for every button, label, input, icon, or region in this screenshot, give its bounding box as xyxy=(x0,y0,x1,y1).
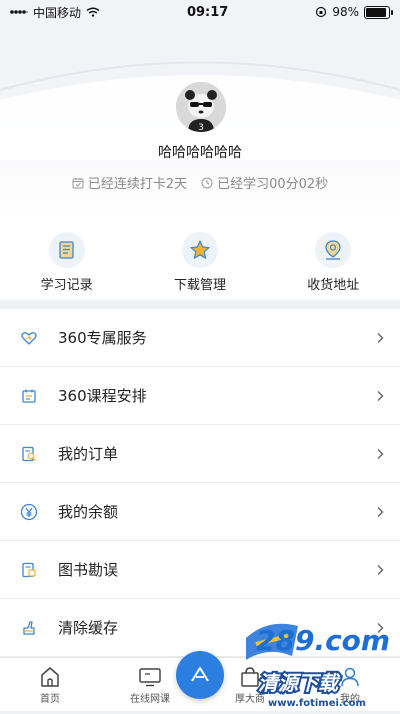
menu-label: 360课程安排 xyxy=(58,387,147,405)
study-record-icon xyxy=(59,241,74,259)
menu-label: 我的余额 xyxy=(58,503,119,521)
shortcut-address[interactable]: 收货地址 xyxy=(278,220,388,293)
battery-icon xyxy=(363,5,393,19)
avatar[interactable]: 3 xyxy=(174,80,228,134)
menu-item-course-schedule[interactable]: 360课程安排 xyxy=(0,367,400,425)
menu-item-my-orders[interactable]: 我的订单 xyxy=(0,425,400,483)
book-icon xyxy=(20,561,38,579)
battery-percent: 98% xyxy=(332,5,359,19)
shortcut-label: 收货地址 xyxy=(307,278,360,293)
study-time-text: 已经学习00分02秒 xyxy=(217,177,329,192)
address-icon-bg xyxy=(315,232,352,268)
tab-label: 首页 xyxy=(40,694,60,705)
checkin-text: 已经连续打卡2天 xyxy=(87,177,188,192)
orientation-lock-icon xyxy=(316,6,327,18)
shortcut-bar: 学习记录 下载管理 收货地址 xyxy=(0,220,400,300)
tab-home[interactable]: 首页 xyxy=(10,666,90,711)
tab-label: 我的 xyxy=(340,694,360,705)
clock-icon xyxy=(201,177,213,188)
status-bar: 中国移动 09:17 98% xyxy=(0,0,400,24)
menu-item-clear-cache[interactable]: 清除缓存 xyxy=(0,599,400,657)
calendar-check-icon xyxy=(72,177,84,188)
profile-stats: 已经连续打卡2天 已经学习00分02秒 xyxy=(0,173,400,192)
checkin-stat: 已经连续打卡2天 xyxy=(72,173,187,192)
study-record-icon-bg xyxy=(48,232,85,268)
chevron-right-icon xyxy=(377,332,384,343)
chevron-right-icon xyxy=(377,564,384,575)
star-icon xyxy=(190,240,210,259)
tab-center-play-button[interactable] xyxy=(176,651,224,699)
tab-label: 在线网课 xyxy=(130,694,170,705)
chevron-right-icon xyxy=(377,506,384,517)
calendar-icon xyxy=(20,387,38,405)
menu-item-exclusive-service[interactable]: 360专属服务 xyxy=(0,309,400,367)
shortcut-label: 学习记录 xyxy=(40,278,93,293)
carrier-label: 中国移动 xyxy=(33,5,82,20)
monitor-icon xyxy=(139,668,161,687)
shop-icon xyxy=(241,667,259,687)
heart-service-icon xyxy=(20,329,38,347)
download-manage-icon-bg xyxy=(181,232,218,268)
username: 哈哈哈哈哈哈 xyxy=(158,145,242,161)
menu-label: 360专属服务 xyxy=(58,329,147,347)
broom-icon xyxy=(20,619,38,637)
menu-label: 我的订单 xyxy=(58,445,119,463)
tab-label: 厚大商 xyxy=(235,694,265,705)
user-icon xyxy=(341,667,359,687)
wifi-icon xyxy=(86,7,100,17)
signal-icon xyxy=(10,10,28,14)
location-pin-icon xyxy=(325,240,341,260)
menu-item-book-errata[interactable]: 图书勘误 xyxy=(0,541,400,599)
yen-icon xyxy=(20,503,38,521)
shortcut-study-record[interactable]: 学习记录 xyxy=(12,220,122,293)
menu-item-my-balance[interactable]: 我的余额 xyxy=(0,483,400,541)
menu-label: 清除缓存 xyxy=(58,619,119,637)
tab-mine[interactable]: 我的 xyxy=(310,666,390,711)
home-icon xyxy=(41,667,59,687)
panda-avatar-image: 3 xyxy=(176,82,226,132)
chevron-right-icon xyxy=(377,390,384,401)
profile-header: 3 哈哈哈哈哈哈 已经连续打卡2天 已经学习00分02秒 xyxy=(0,0,400,220)
order-icon xyxy=(20,445,38,463)
shortcut-label: 下载管理 xyxy=(173,278,226,293)
chevron-right-icon xyxy=(377,448,384,459)
play-logo-icon xyxy=(191,667,209,682)
svg-text:3: 3 xyxy=(198,123,204,132)
settings-menu: 360专属服务 360课程安排 我的订单 我的余额 图书勘误 清除缓存 xyxy=(0,309,400,657)
clock-time: 09:17 xyxy=(186,4,229,20)
menu-label: 图书勘误 xyxy=(58,561,119,579)
study-time-stat: 已经学习00分02秒 xyxy=(201,173,328,192)
shortcut-download-manage[interactable]: 下载管理 xyxy=(145,220,255,293)
chevron-right-icon xyxy=(377,622,384,633)
